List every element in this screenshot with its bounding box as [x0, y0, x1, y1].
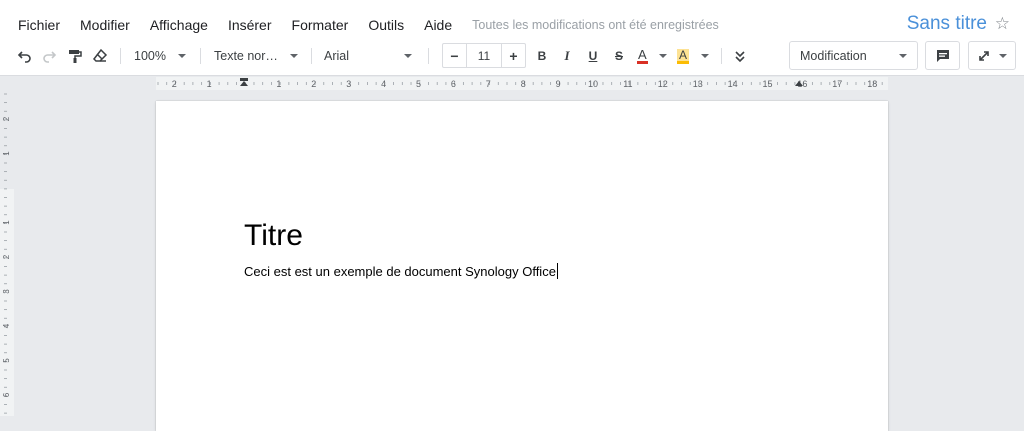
ruler-label: 5	[2, 358, 11, 363]
ruler-label: 15	[762, 79, 772, 89]
font-size-input[interactable]: 11	[467, 44, 501, 67]
first-line-indent-marker[interactable]	[240, 78, 248, 81]
paint-format-button[interactable]	[64, 42, 86, 70]
menu-aide[interactable]: Aide	[414, 14, 462, 36]
redo-icon	[43, 51, 57, 63]
eraser-icon	[93, 48, 108, 62]
ruler-label: 18	[867, 79, 877, 89]
ruler-label: 2	[172, 79, 177, 89]
document-heading[interactable]: Titre	[244, 218, 303, 254]
menu-modifier[interactable]: Modifier	[70, 14, 140, 36]
menu-formater[interactable]: Formater	[282, 14, 359, 36]
ruler-label: 6	[451, 79, 456, 89]
ruler-label: 10	[588, 79, 598, 89]
mode-dropdown[interactable]: Modification	[789, 41, 918, 70]
undo-button[interactable]	[14, 42, 36, 70]
chevron-down-icon	[290, 54, 298, 58]
left-indent-marker[interactable]	[240, 81, 248, 86]
ruler-label: 3	[2, 289, 11, 294]
ruler-label: 1	[207, 79, 212, 89]
ruler-label: 1	[2, 220, 11, 225]
document-title[interactable]: Sans titre	[907, 12, 987, 36]
menu-bar: Fichier Modifier Affichage Insérer Forma…	[8, 14, 719, 36]
ruler-label: 12	[658, 79, 668, 89]
decrease-font-size-button[interactable]: −	[443, 44, 467, 67]
ruler-label: 3	[346, 79, 351, 89]
star-icon[interactable]: ☆	[995, 12, 1010, 36]
ruler-scale: 2 1 1 2 3 4 5 6 7 8 9 10 11 12 13 14 15 16 17 18	[0, 77, 1024, 90]
mode-value: Modification	[800, 48, 867, 63]
chevron-down-icon	[404, 54, 412, 58]
ruler-label: 7	[486, 79, 491, 89]
expand-icon	[979, 50, 989, 61]
menu-affichage[interactable]: Affichage	[140, 14, 218, 36]
vertical-ruler: 2 1 1 2 3 4 5 6	[0, 90, 14, 416]
font-dropdown[interactable]: Arial	[318, 42, 418, 70]
menu-fichier[interactable]: Fichier	[8, 14, 70, 36]
comment-icon	[936, 49, 949, 62]
undo-icon	[17, 51, 31, 63]
toolbar-separator	[311, 48, 312, 64]
comments-button[interactable]	[925, 41, 960, 70]
ruler-label: 2	[311, 79, 316, 89]
ruler-label: 4	[2, 323, 11, 328]
chevron-down-icon	[999, 53, 1007, 58]
menu-inserer[interactable]: Insérer	[218, 14, 282, 36]
font-value: Arial	[324, 49, 350, 63]
ruler-label: 2	[2, 116, 11, 121]
ruler-label: 2	[2, 254, 11, 259]
ruler-label: 1	[2, 151, 11, 156]
ruler-label: 1	[276, 79, 281, 89]
font-size-control: − 11 +	[442, 43, 526, 68]
paint-format-icon	[69, 50, 82, 63]
ruler-label: 9	[556, 79, 561, 89]
vertical-ruler-scale: 2 1 1 2 3 4 5 6	[0, 90, 14, 414]
ruler-label: 6	[2, 392, 11, 397]
toolbar-separator	[428, 48, 429, 64]
chevron-down-icon	[899, 53, 907, 58]
ruler-label: 8	[521, 79, 526, 89]
menu-outils[interactable]: Outils	[358, 14, 414, 36]
ruler-label: 17	[832, 79, 842, 89]
ruler-label: 11	[623, 79, 632, 89]
increase-font-size-button[interactable]: +	[501, 44, 525, 67]
clear-format-button[interactable]	[89, 42, 111, 70]
ruler-label: 14	[728, 79, 738, 89]
zoom-value: 100%	[134, 49, 166, 63]
save-status: Toutes les modifications ont été enregis…	[472, 18, 719, 32]
body-text: Ceci est est un exemple de document Syno…	[244, 264, 556, 279]
document-page[interactable]: Titre Ceci est est un exemple de documen…	[156, 101, 888, 431]
ruler-label: 5	[416, 79, 421, 89]
toolbar-separator	[200, 48, 201, 64]
zoom-dropdown[interactable]: 100%	[128, 42, 192, 70]
toolbar-separator	[120, 48, 121, 64]
text-cursor	[556, 263, 559, 279]
chevron-down-icon	[178, 54, 186, 58]
fullscreen-button[interactable]	[968, 41, 1016, 70]
ruler-label: 13	[693, 79, 703, 89]
ruler-label: 4	[381, 79, 386, 89]
document-body-text[interactable]: Ceci est est un exemple de document Syno…	[244, 263, 559, 281]
style-dropdown[interactable]: Texte nor…	[208, 42, 304, 70]
redo-button[interactable]	[38, 42, 60, 70]
style-value: Texte nor…	[214, 49, 278, 63]
horizontal-ruler: 2 1 1 2 3 4 5 6 7 8 9 10 11 12 13 14 15 16 17 18	[0, 77, 1024, 90]
